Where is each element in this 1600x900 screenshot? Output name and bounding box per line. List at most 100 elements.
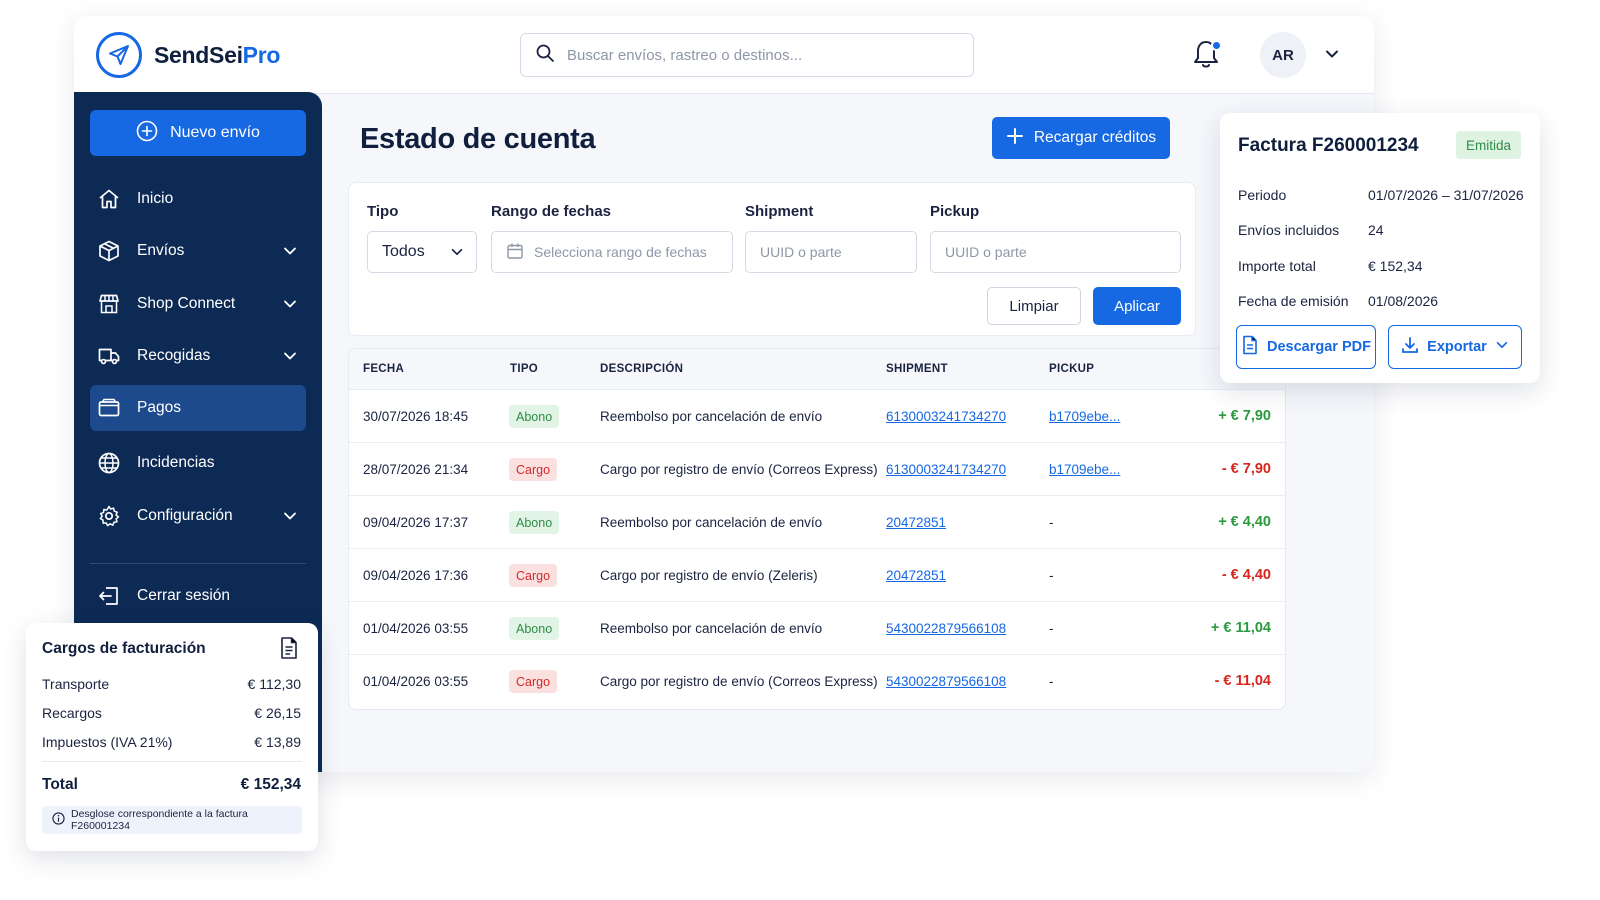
document-icon[interactable] [278,636,300,665]
avatar[interactable]: AR [1260,32,1306,78]
shipment-link[interactable]: 6130003241734270 [886,409,1006,424]
sidebar-item-incidencias[interactable]: Incidencias [90,440,306,486]
brand-logo[interactable]: SendSeiPro [96,32,280,78]
document-icon [1241,335,1259,359]
type-badge: Cargo [509,670,558,693]
column-header-pickup[interactable]: PICKUP [1049,363,1094,375]
type-badge: Abono [509,511,560,534]
table-row[interactable]: 30/07/2026 18:45 Abono Reembolso por can… [349,389,1285,443]
download-pdf-button[interactable]: Descargar PDF [1236,325,1376,369]
export-button[interactable]: Exportar [1388,325,1522,369]
billing-note: Desglose correspondiente a la factura F2… [42,806,302,834]
table-row[interactable]: 09/04/2026 17:36 Cargo Cargo por registr… [349,548,1285,602]
sidebar-item-recogidas[interactable]: Recogidas [90,333,306,379]
sidebar-item-pagos[interactable]: Pagos [90,385,306,431]
plus-circle-icon [136,120,158,147]
cell-descripcion: Cargo por registro de envío (Correos Exp… [600,462,878,477]
calendar-icon [506,242,524,263]
logout-icon [96,583,122,609]
sidebar-divider [90,563,306,564]
cell-descripcion: Reembolso por cancelación de envío [600,515,823,530]
table-row[interactable]: 01/04/2026 03:55 Abono Reembolso por can… [349,601,1285,655]
chevron-down-icon[interactable] [1324,46,1340,67]
type-badge: Cargo [509,564,558,587]
notification-dot [1211,40,1222,51]
pickup-link[interactable]: b1709ebe... [1049,409,1120,424]
invoice-field-value: 01/08/2026 [1368,293,1439,309]
shipment-link[interactable]: 5430022879566108 [886,621,1006,636]
cell-importe: + € 7,90 [1218,408,1271,424]
table-row[interactable]: 28/07/2026 21:34 Cargo Cargo por registr… [349,442,1285,496]
export-label: Exportar [1427,339,1487,355]
sidebar-item-inicio[interactable]: Inicio [90,176,306,222]
tipo-select[interactable]: Todos [367,231,477,273]
date-range-field[interactable]: Selecciona rango de fechas [491,231,733,273]
logout-button[interactable]: Cerrar sesión [90,573,306,619]
cell-fecha: 28/07/2026 21:34 [363,462,469,477]
wallet-icon [96,395,122,421]
billing-charges-card: Cargos de facturación Transporte € 112,3… [26,623,318,851]
search-input[interactable] [567,46,947,64]
billing-row-label: Recargos [42,705,102,721]
shipment-link[interactable]: 5430022879566108 [886,674,1006,689]
billing-row-label: Impuestos (IVA 21%) [42,734,173,750]
table-row[interactable]: 01/04/2026 03:55 Cargo Cargo por registr… [349,654,1285,708]
pickup-link[interactable]: b1709ebe... [1049,462,1120,477]
billing-title: Cargos de facturación [42,640,206,657]
pickup-placeholder: UUID o parte [945,244,1027,260]
table-header: FECHA TIPO DESCRIPCIÓN SHIPMENT PICKUP [349,349,1285,389]
sidebar-item-label: Pagos [137,399,181,416]
package-icon [96,238,122,264]
search-bar[interactable] [520,33,974,77]
sidebar-item-label: Incidencias [137,454,215,471]
download-icon [1401,336,1419,358]
invoice-field-label: Fecha de emisión [1238,293,1349,309]
cell-descripcion: Cargo por registro de envío (Zeleris) [600,568,818,583]
truck-icon [96,343,122,369]
cell-pickup: - [1049,568,1054,583]
cell-fecha: 30/07/2026 18:45 [363,409,469,424]
invoice-field-value: € 152,34 [1368,258,1423,274]
status-badge: Emitida [1456,131,1522,159]
cell-descripcion: Cargo por registro de envío (Correos Exp… [600,674,878,689]
invoice-field-value: 01/07/2026 – 31/07/2026 [1368,187,1524,203]
clear-filters-button[interactable]: Limpiar [987,287,1081,325]
table-row[interactable]: 09/04/2026 17:37 Abono Reembolso por can… [349,495,1285,549]
bell-icon [1192,41,1220,74]
sidebar-item-configuracion[interactable]: Configuración [90,493,306,539]
shipment-link[interactable]: 20472851 [886,515,946,530]
sidebar-item-label: Envíos [137,242,185,259]
column-header-descripcion[interactable]: DESCRIPCIÓN [600,363,683,375]
globe-icon [96,450,122,476]
cell-fecha: 01/04/2026 03:55 [363,674,469,689]
column-header-tipo[interactable]: TIPO [510,363,538,375]
page-title: Estado de cuenta [360,123,596,155]
chevron-down-icon [282,243,298,264]
sidebar-item-shop-connect[interactable]: Shop Connect [90,281,306,327]
search-icon [535,43,555,68]
cell-fecha: 09/04/2026 17:37 [363,515,469,530]
shipment-link[interactable]: 20472851 [886,568,946,583]
billing-row-value: € 26,15 [254,705,301,721]
type-badge: Abono [509,617,560,640]
shipment-link[interactable]: 6130003241734270 [886,462,1006,477]
recharge-credits-button[interactable]: Recargar créditos [992,117,1170,159]
chevron-down-icon [450,245,464,264]
column-header-shipment[interactable]: SHIPMENT [886,363,948,375]
column-header-fecha[interactable]: FECHA [363,363,404,375]
billing-total-value: € 152,34 [240,776,301,793]
new-shipment-button[interactable]: Nuevo envío [90,110,306,156]
apply-filters-button[interactable]: Aplicar [1093,287,1181,325]
cell-importe: + € 11,04 [1210,620,1271,636]
pickup-field[interactable]: UUID o parte [930,231,1181,273]
notifications-button[interactable] [1192,38,1222,72]
invoice-field-label: Periodo [1238,187,1287,203]
shipment-field[interactable]: UUID o parte [745,231,917,273]
transactions-table: FECHA TIPO DESCRIPCIÓN SHIPMENT PICKUP 3… [348,348,1286,710]
sidebar-item-envios[interactable]: Envíos [90,228,306,274]
sidebar-item-label: Shop Connect [137,295,236,312]
cell-pickup: - [1049,674,1054,689]
billing-divider [42,761,302,762]
new-shipment-label: Nuevo envío [170,124,260,141]
billing-row-label: Transporte [42,676,110,692]
